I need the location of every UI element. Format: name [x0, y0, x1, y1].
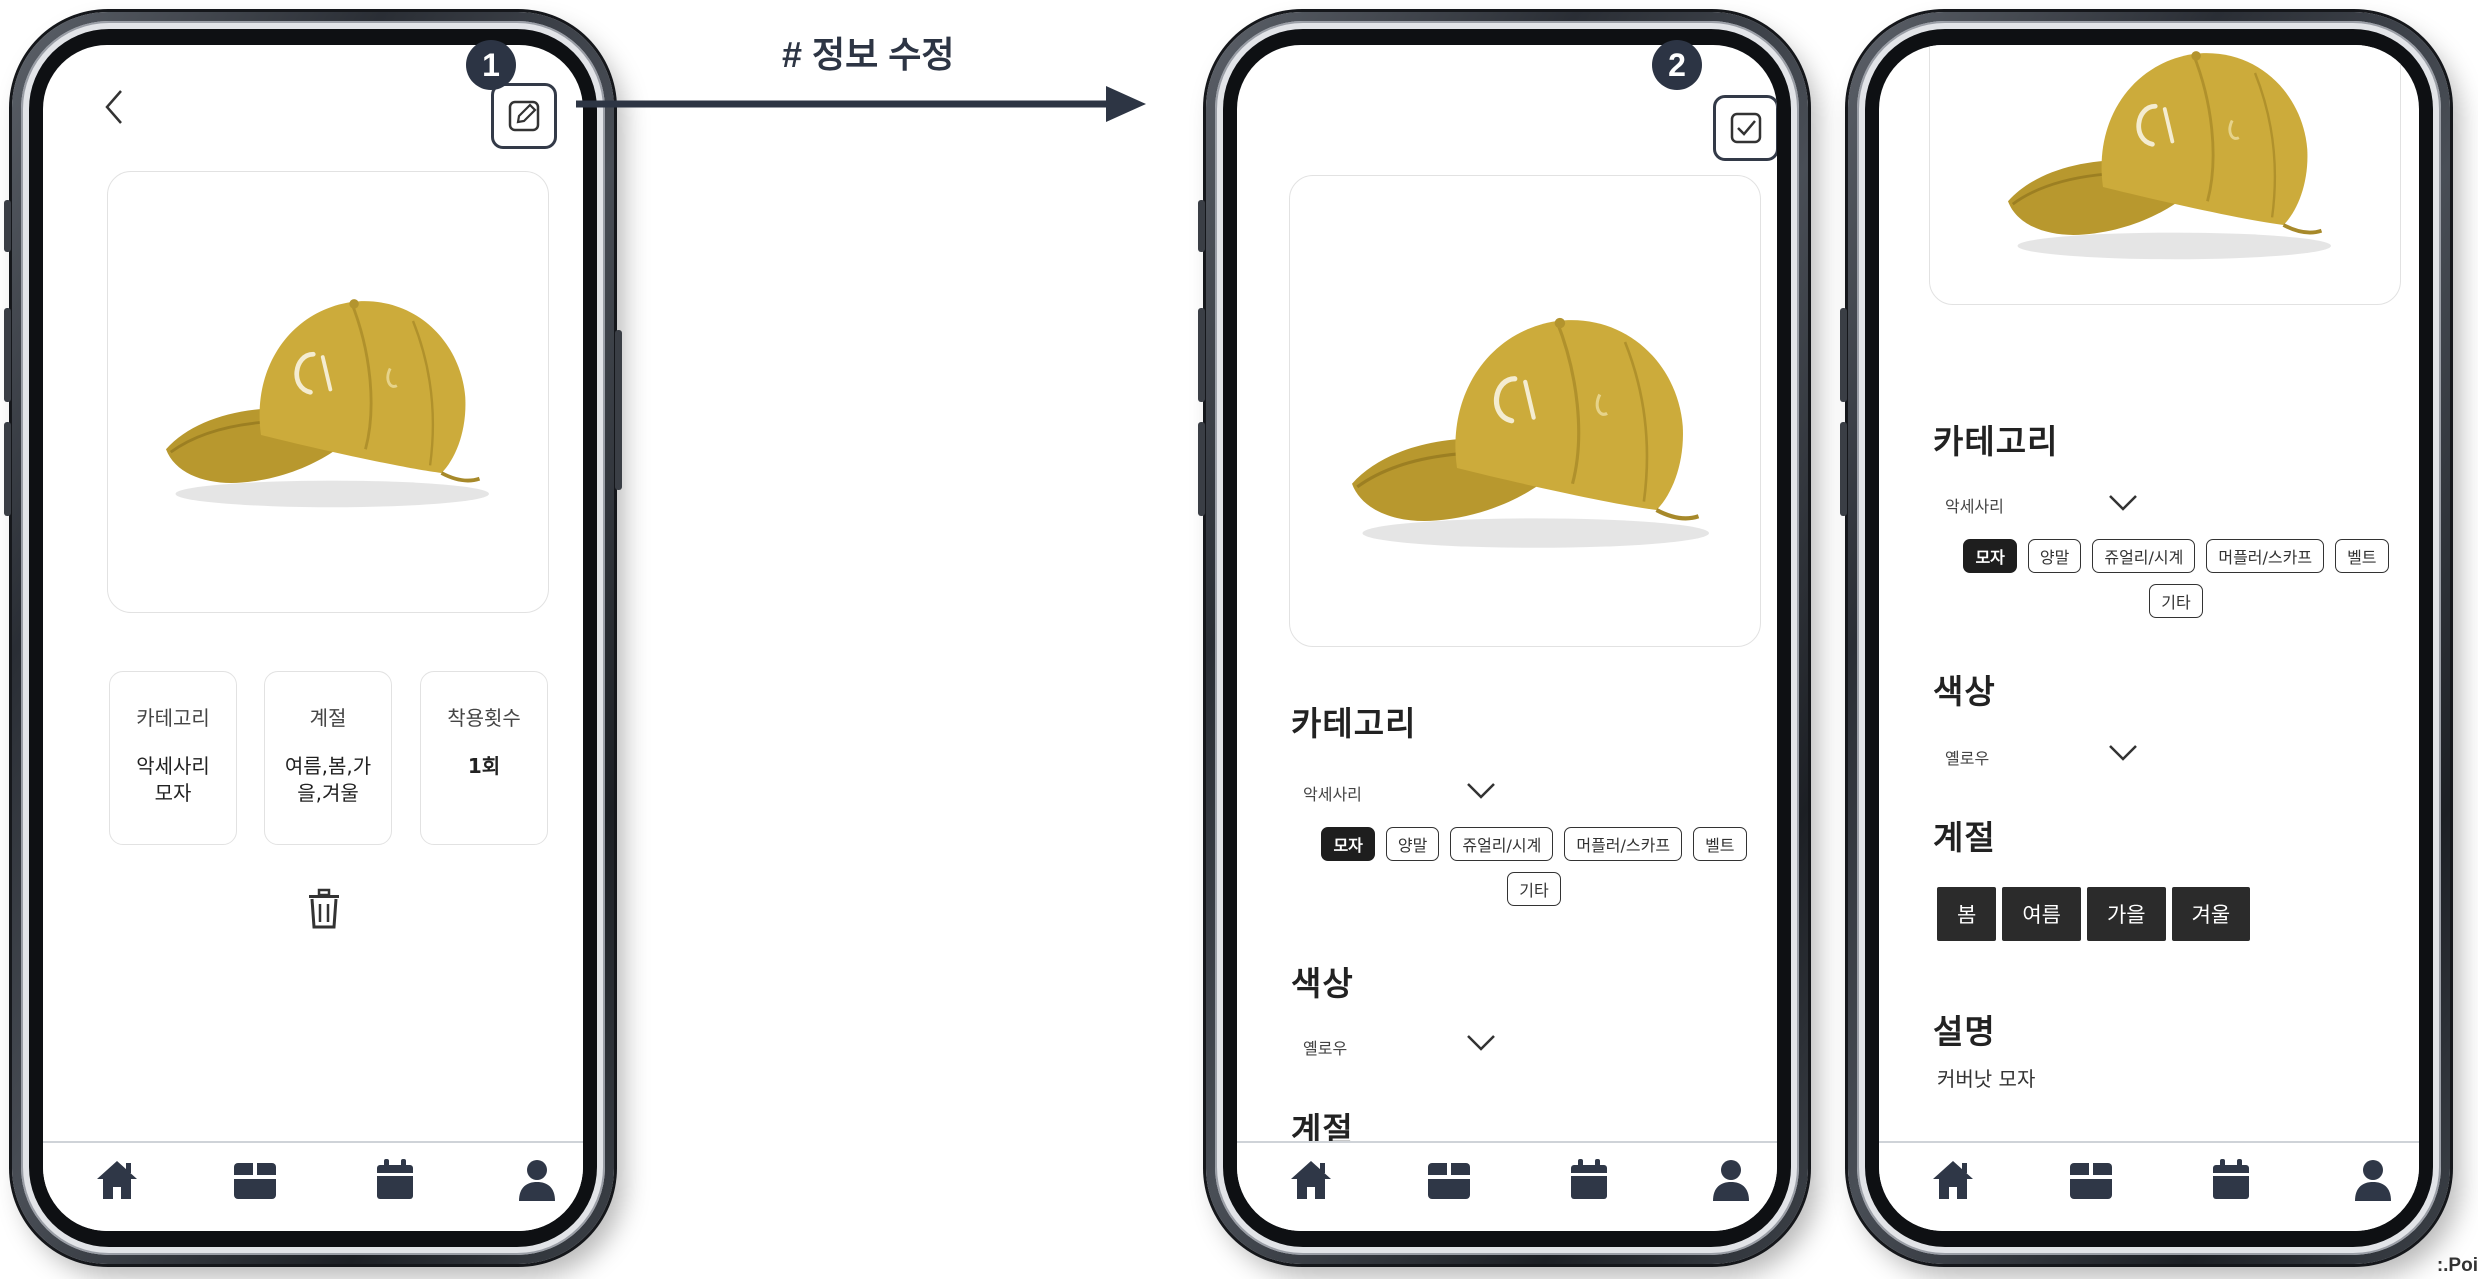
side-button [1840, 308, 1847, 402]
color-title: 색상 [1291, 964, 1354, 1003]
chip-muffler-scarf[interactable]: 머플러/스카프 [1564, 827, 1683, 861]
side-button [4, 308, 11, 402]
info-card-value: 악세사리 [136, 754, 210, 778]
description-field[interactable]: 커버낫 모자 [1937, 1063, 2035, 1092]
chip-belt[interactable]: 벨트 [1693, 827, 1747, 861]
check-icon [1730, 112, 1762, 144]
step-badge-2: 2 [1652, 40, 1702, 90]
confirm-button[interactable] [1713, 95, 1777, 161]
category-dropdown-value[interactable]: 악세사리 [1303, 781, 1362, 805]
info-card-value: 모자 [154, 781, 192, 805]
chip-hat[interactable]: 모자 [1963, 539, 2017, 573]
bottom-navbar [1237, 1141, 1777, 1231]
chip-hat[interactable]: 모자 [1321, 827, 1375, 861]
chip-jewelry-watch[interactable]: 쥬얼리/시계 [1450, 827, 1554, 861]
home-icon[interactable] [1287, 1157, 1335, 1203]
chip-muffler-scarf[interactable]: 머플러/스카프 [2206, 539, 2325, 573]
phone-edit-top: 카테고리 악세사리 모자 양말 쥬얼리/시계 머플러/스카프 벨트 기타 색상 … [1198, 12, 1808, 1264]
calendar-icon[interactable] [2207, 1157, 2255, 1203]
closet-icon[interactable] [1425, 1157, 1473, 1203]
season-summer-button[interactable]: 여름 [2002, 887, 2081, 941]
item-photo-card [1289, 175, 1761, 647]
color-title: 색상 [1933, 672, 1996, 711]
phone-detail: 카테고리 악세사리 모자 계절 여름,봄,가 을,겨울 착용횟수 1회 [4, 12, 622, 1264]
season-buttons: 봄 여름 가을 겨울 [1937, 887, 2251, 941]
profile-icon[interactable] [2349, 1157, 2397, 1203]
edit-screen: 카테고리 악세사리 모자 양말 쥬얼리/시계 머플러/스카프 벨트 기타 색상 … [1237, 45, 1777, 1231]
season-spring-button[interactable]: 봄 [1937, 887, 1997, 941]
detail-screen: 카테고리 악세사리 모자 계절 여름,봄,가 을,겨울 착용횟수 1회 [43, 45, 583, 1231]
info-card-wear-count: 착용횟수 1회 [420, 671, 548, 845]
info-card-value: 을,겨울 [297, 781, 359, 805]
category-dropdown-value[interactable]: 악세사리 [1945, 493, 2004, 517]
side-button [4, 422, 11, 516]
subcategory-chips: 모자 양말 쥬얼리/시계 머플러/스카프 벨트 기타 [1939, 539, 2413, 618]
side-button [1198, 308, 1205, 402]
chip-socks[interactable]: 양말 [1385, 827, 1440, 861]
info-card-value: 1회 [467, 754, 501, 778]
description-title: 설명 [1933, 1012, 1996, 1051]
item-photo-card [1929, 45, 2401, 305]
calendar-icon[interactable] [371, 1157, 419, 1203]
bottom-navbar [1879, 1141, 2419, 1231]
chip-socks[interactable]: 양말 [2027, 539, 2082, 573]
subcategory-chips: 모자 양말 쥬얼리/시계 머플러/스카프 벨트 기타 [1297, 827, 1771, 906]
profile-icon[interactable] [1707, 1157, 1755, 1203]
edit-screen-scrolled: 카테고리 악세사리 모자 양말 쥬얼리/시계 머플러/스카프 벨트 기타 색상 … [1879, 45, 2419, 1231]
item-photo-card [107, 171, 549, 613]
side-button [615, 330, 622, 490]
season-fall-button[interactable]: 가을 [2086, 887, 2166, 941]
color-dropdown-value[interactable]: 옐로우 [1303, 1035, 1347, 1059]
side-button [1198, 200, 1205, 252]
side-button [1840, 422, 1847, 516]
chevron-down-icon[interactable] [1465, 781, 1497, 801]
cap-image [1310, 266, 1730, 586]
edit-icon [508, 100, 540, 132]
chip-etc[interactable]: 기타 [2149, 584, 2203, 618]
back-icon[interactable] [99, 85, 129, 129]
chevron-down-icon[interactable] [2107, 493, 2139, 513]
flow-label: # 정보 수정 [782, 34, 955, 75]
info-card-label: 계절 [309, 706, 347, 730]
chip-jewelry-watch[interactable]: 쥬얼리/시계 [2092, 539, 2196, 573]
info-card-season: 계절 여름,봄,가 을,겨울 [264, 671, 392, 845]
cap-image [128, 252, 508, 542]
chip-etc[interactable]: 기타 [1507, 872, 1561, 906]
closet-icon[interactable] [2067, 1157, 2115, 1203]
trash-icon[interactable] [307, 887, 341, 931]
closet-icon[interactable] [231, 1157, 279, 1203]
info-card-label: 카테고리 [136, 706, 210, 730]
home-icon[interactable] [1929, 1157, 1977, 1203]
step-badge-1: 1 [466, 40, 516, 90]
info-card-value: 여름,봄,가 [284, 754, 372, 778]
color-dropdown-value[interactable]: 옐로우 [1945, 745, 1989, 769]
flow-arrow [576, 86, 1146, 122]
chevron-down-icon[interactable] [2107, 743, 2139, 763]
cap-image [1970, 45, 2350, 294]
season-title: 계절 [1933, 818, 1996, 857]
phone-edit-scrolled: 카테고리 악세사리 모자 양말 쥬얼리/시계 머플러/스카프 벨트 기타 색상 … [1840, 12, 2450, 1264]
chip-belt[interactable]: 벨트 [2335, 539, 2389, 573]
edit-button[interactable] [491, 83, 557, 149]
info-card-category: 카테고리 악세사리 모자 [109, 671, 237, 845]
chevron-down-icon[interactable] [1465, 1033, 1497, 1053]
side-button [1198, 422, 1205, 516]
side-button [4, 200, 11, 252]
watermark-text: :.Poi [2436, 1255, 2478, 1276]
profile-icon[interactable] [513, 1157, 561, 1203]
bottom-navbar [43, 1141, 583, 1231]
home-icon[interactable] [93, 1157, 141, 1203]
season-winter-button[interactable]: 겨울 [2171, 887, 2251, 941]
category-title: 카테고리 [1291, 704, 1417, 743]
calendar-icon[interactable] [1565, 1157, 1613, 1203]
category-title: 카테고리 [1933, 422, 2059, 461]
info-card-label: 착용횟수 [447, 706, 521, 730]
